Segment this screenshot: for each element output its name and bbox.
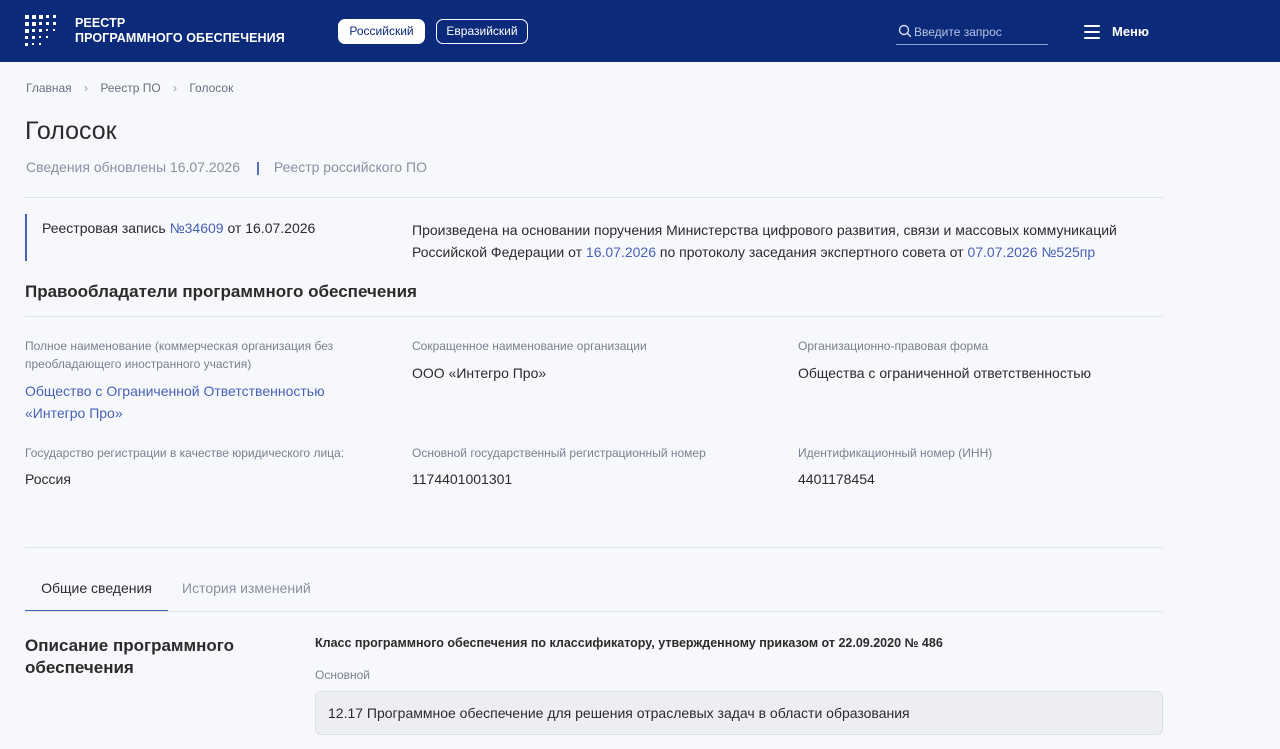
divider <box>25 316 1163 317</box>
classifier-heading: Класс программного обеспечения по класси… <box>315 636 943 650</box>
breadcrumb-current: Голосок <box>189 81 234 95</box>
tab-general-info[interactable]: Общие сведения <box>25 580 168 612</box>
divider <box>25 547 1163 548</box>
breadcrumb: Главная › Реестр ПО › Голосок <box>26 81 233 95</box>
breadcrumb-home[interactable]: Главная <box>26 81 72 95</box>
top-header: РЕЕСТР ПРОГРАММНОГО ОБЕСПЕЧЕНИЯ Российск… <box>0 0 1280 62</box>
country-value: Россия <box>25 471 71 487</box>
description-title: Описание программного обеспечения <box>25 636 234 677</box>
classifier-sub-label: Основной <box>315 668 371 682</box>
legal-form-label: Организационно-правовая форма <box>798 339 989 353</box>
registry-record: Реестровая запись №34609 от 16.07.2026 <box>25 214 385 261</box>
registry-logo-icon[interactable] <box>24 14 58 48</box>
record-suffix: от 16.07.2026 <box>223 220 316 236</box>
search-icon <box>898 24 912 38</box>
registry-tab-russian[interactable]: Российский <box>338 19 425 44</box>
brand-title[interactable]: РЕЕСТР ПРОГРАММНОГО ОБЕСПЕЧЕНИЯ <box>75 16 285 46</box>
page-title: Голосок <box>25 117 117 145</box>
basis-protocol-link[interactable]: 07.07.2026 №525пр <box>967 244 1095 260</box>
tabs-underline <box>25 611 1163 612</box>
classifier-value: 12.17 Программное обеспечение для решени… <box>328 705 910 721</box>
classifier-value-box: 12.17 Программное обеспечение для решени… <box>315 691 1163 735</box>
breadcrumb-registry[interactable]: Реестр ПО <box>100 81 160 95</box>
chevron-right-icon: › <box>173 81 178 95</box>
country-label: Государство регистрации в качестве юриди… <box>25 446 345 460</box>
page-meta: Сведения обновлены 16.07.2026 | Реестр рос… <box>26 159 427 175</box>
meta-divider: | <box>256 159 260 175</box>
record-prefix: Реестровая запись <box>42 220 170 236</box>
short-name-label: Сокращенное наименование организации <box>412 339 647 353</box>
tab-change-history[interactable]: История изменений <box>182 580 311 596</box>
inn-value: 4401178454 <box>798 471 875 487</box>
registry-name: Реестр российского ПО <box>273 159 428 175</box>
basis-text-2: по протоколу заседания экспертного совет… <box>655 244 968 260</box>
search-box <box>896 20 1048 45</box>
search-input[interactable] <box>914 22 1044 42</box>
basis-date-link[interactable]: 16.07.2026 <box>586 244 656 260</box>
record-basis: Произведена на основании поручения Минис… <box>412 219 1162 263</box>
record-text: Реестровая запись №34609 от 16.07.2026 <box>42 220 315 236</box>
owners-heading: Правообладатели программного обеспечения <box>25 282 417 301</box>
menu-label: Меню <box>1112 24 1150 39</box>
short-name-value: ООО «Интегро Про» <box>412 365 547 381</box>
ogrn-value: 1174401001301 <box>412 471 513 487</box>
hamburger-icon <box>1084 25 1100 39</box>
registry-tab-eurasian[interactable]: Евразийский <box>436 19 528 44</box>
inn-label: Идентификационный номер (ИНН) <box>798 446 993 460</box>
divider <box>25 197 1163 198</box>
chevron-right-icon: › <box>84 81 89 95</box>
updated-date: Сведения обновлены 16.07.2026 <box>26 159 240 175</box>
brand-line-1: РЕЕСТР <box>75 16 126 30</box>
full-name-link[interactable]: Общество с Ограниченной Ответственностью… <box>25 380 365 424</box>
brand-line-2: ПРОГРАММНОГО ОБЕСПЕЧЕНИЯ <box>75 31 285 45</box>
record-number-link[interactable]: №34609 <box>170 220 224 236</box>
legal-form-value: Общества с ограниченной ответственностью <box>798 365 1092 381</box>
ogrn-label: Основной государственный регистрационный… <box>412 446 706 460</box>
full-name-label: Полное наименование (коммерческая органи… <box>25 339 334 371</box>
